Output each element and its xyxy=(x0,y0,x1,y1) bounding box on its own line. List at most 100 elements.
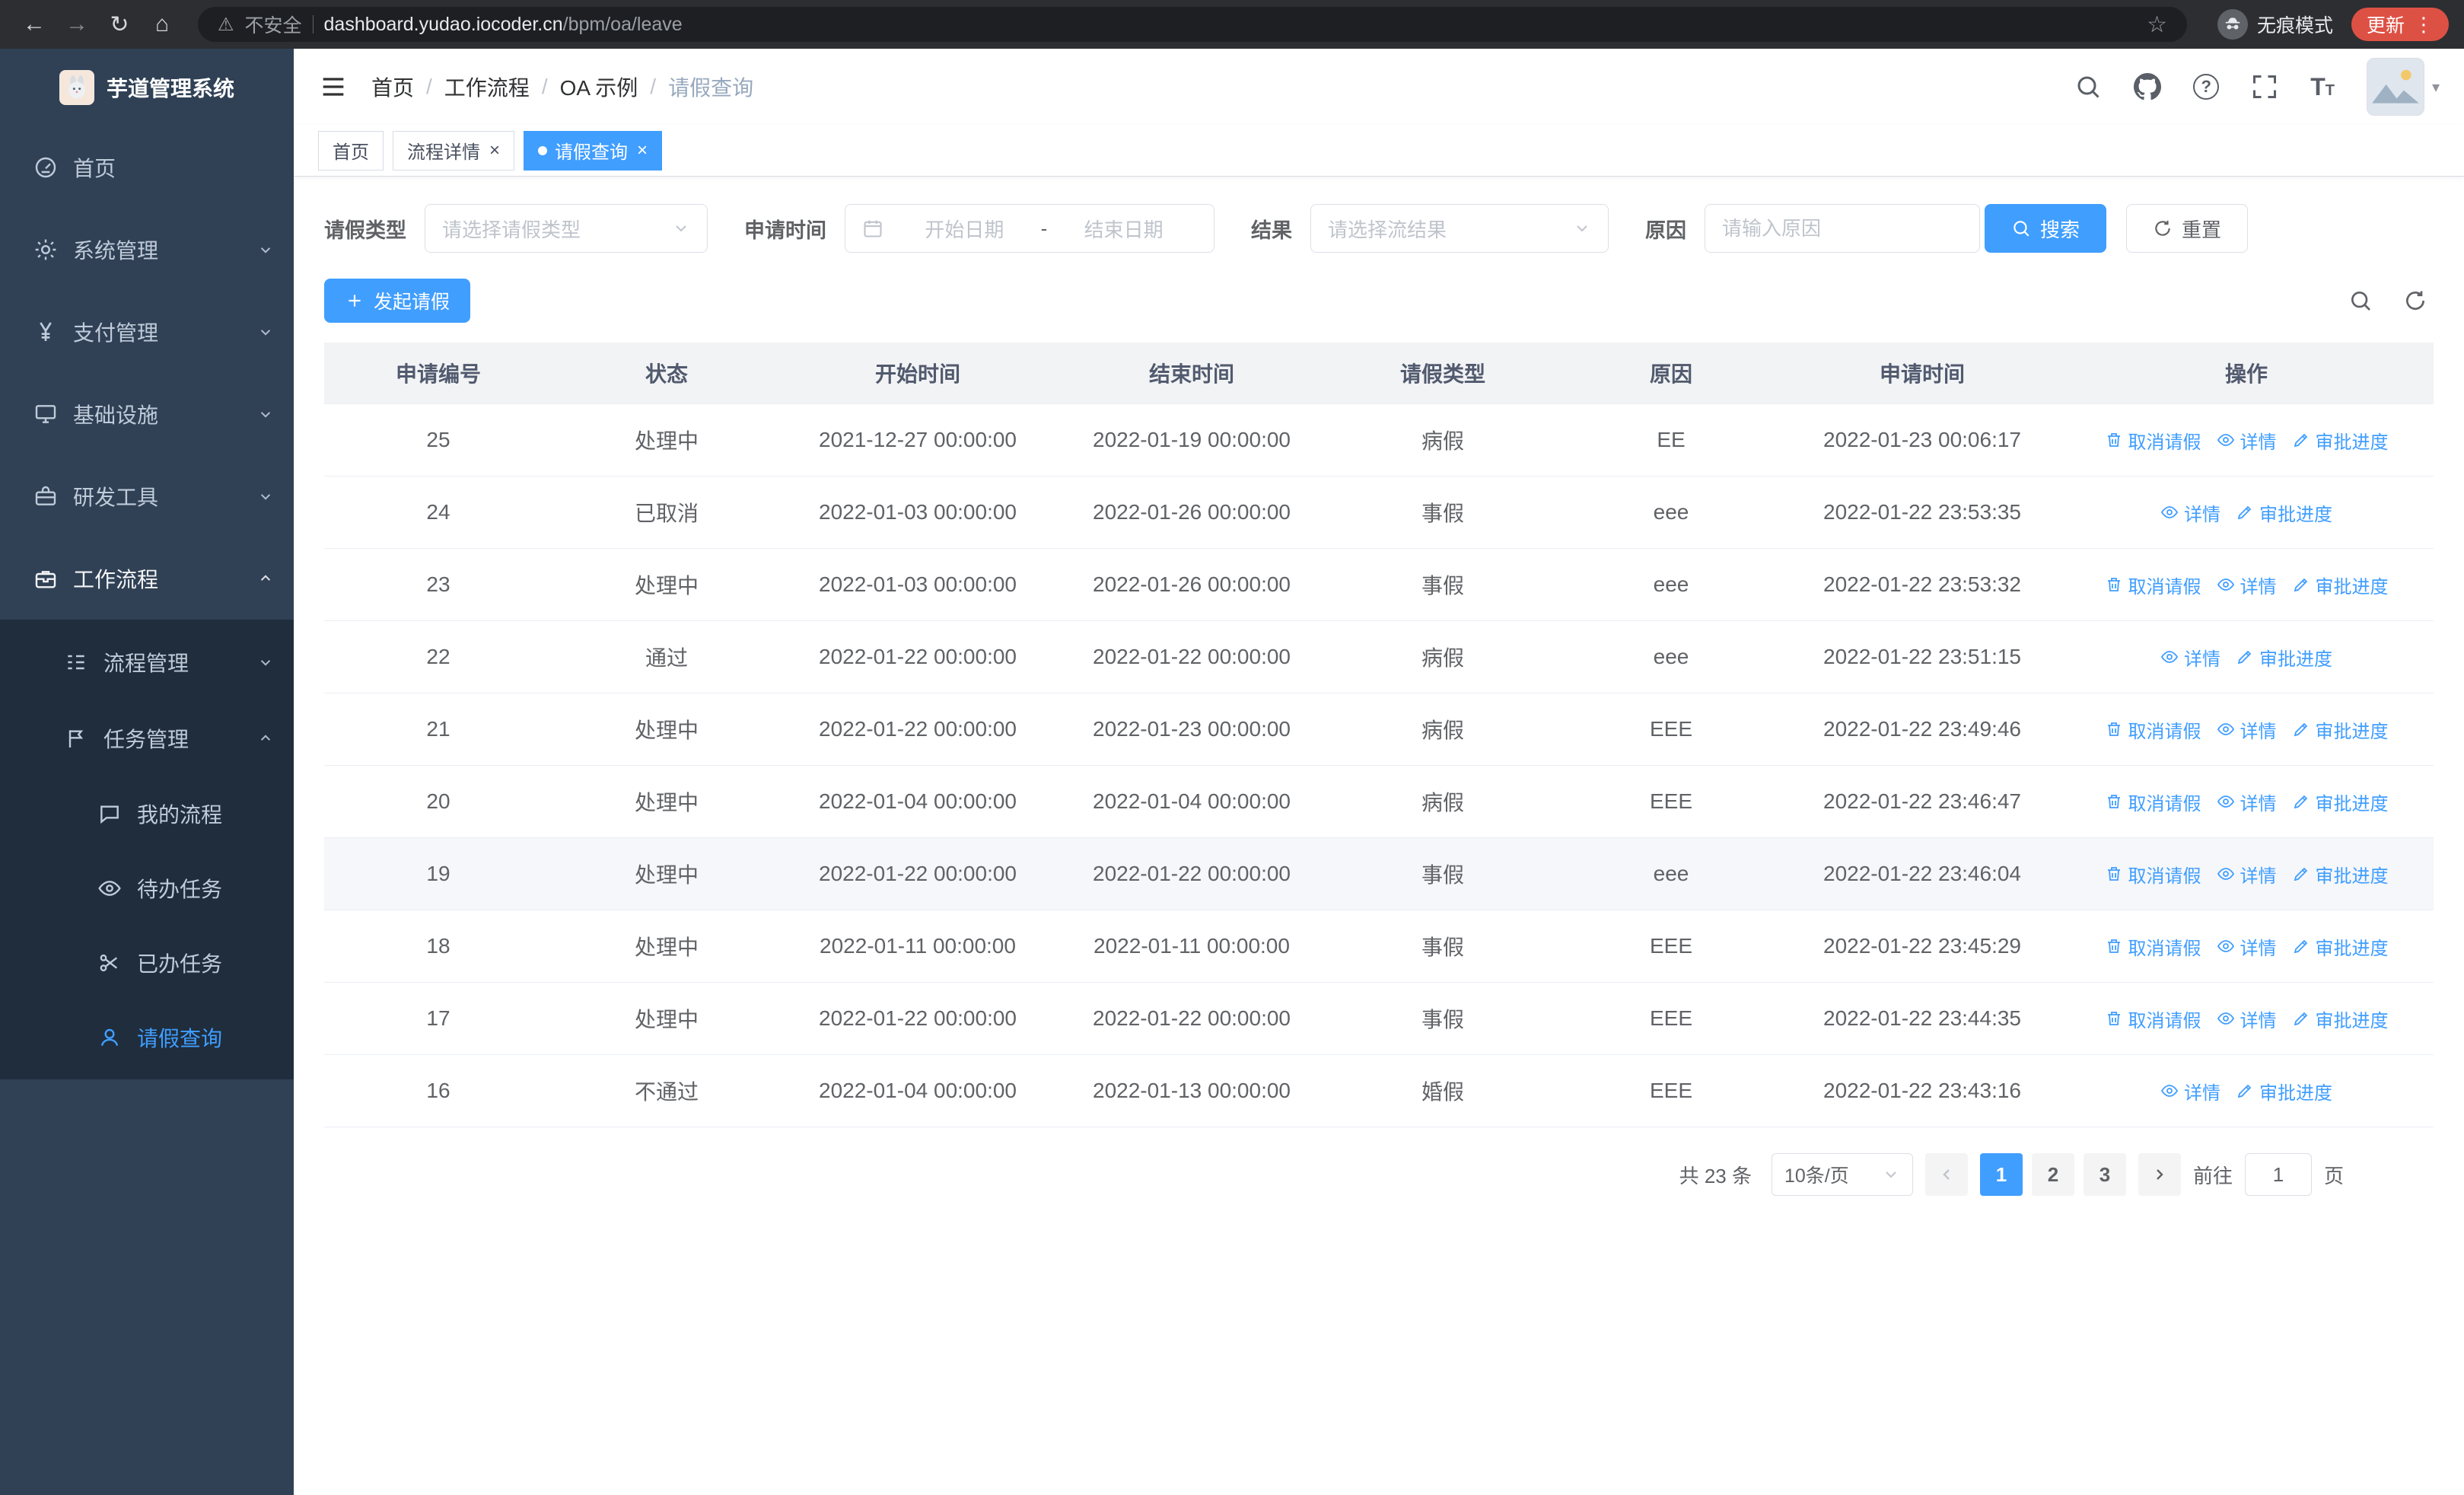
cancel-link[interactable]: 取消请假 xyxy=(2105,427,2201,454)
breadcrumb-oa-example[interactable]: OA 示例 xyxy=(560,72,638,102)
cancel-link[interactable]: 取消请假 xyxy=(2105,1006,2201,1032)
sidebar-item-payment[interactable]: 支付管理 xyxy=(0,291,294,373)
detail-link[interactable]: 详情 xyxy=(2160,499,2220,526)
detail-link[interactable]: 详情 xyxy=(2217,572,2277,598)
page-2-button[interactable]: 2 xyxy=(2031,1153,2074,1196)
detail-link[interactable]: 详情 xyxy=(2217,861,2277,888)
detail-link[interactable]: 详情 xyxy=(2217,427,2277,454)
result-select[interactable]: 请选择流结果 xyxy=(1310,204,1609,253)
browser-reload-icon[interactable]: ↻ xyxy=(100,5,138,43)
table-row[interactable]: 19 处理中 2022-01-22 00:00:00 2022-01-22 00… xyxy=(324,838,2434,910)
leave-type-select[interactable]: 请选择请假类型 xyxy=(425,204,708,253)
table-row[interactable]: 16 不通过 2022-01-04 00:00:00 2022-01-13 00… xyxy=(324,1055,2434,1127)
next-page-button[interactable] xyxy=(2138,1153,2181,1196)
table-row[interactable]: 18 处理中 2022-01-11 00:00:00 2022-01-11 00… xyxy=(324,910,2434,983)
page-3-button[interactable]: 3 xyxy=(2083,1153,2126,1196)
bookmark-star-icon[interactable]: ☆ xyxy=(2147,11,2167,38)
update-button[interactable]: 更新 ⋮ xyxy=(2351,8,2449,41)
sidebar-item-devtools[interactable]: 研发工具 xyxy=(0,455,294,537)
audit-link[interactable]: 审批进度 xyxy=(2236,1078,2332,1105)
cell-end-time: 2022-01-22 00:00:00 xyxy=(1093,645,1291,668)
sidebar-item-task-management[interactable]: 任务管理 xyxy=(0,700,294,776)
browser-menu-icon[interactable]: ⋮ xyxy=(2414,13,2434,37)
sidebar-item-todo-tasks[interactable]: 待办任务 xyxy=(0,851,294,926)
audit-link[interactable]: 审批进度 xyxy=(2236,644,2332,671)
sidebar-toggle-icon[interactable] xyxy=(318,72,349,102)
cancel-link[interactable]: 取消请假 xyxy=(2105,572,2201,598)
goto-page-input[interactable] xyxy=(2244,1153,2312,1196)
page-size-select[interactable]: 10条/页 xyxy=(1771,1153,1913,1196)
close-icon[interactable]: × xyxy=(637,141,648,160)
page-1-button[interactable]: 1 xyxy=(1979,1153,2023,1196)
audit-link[interactable]: 审批进度 xyxy=(2292,933,2389,960)
sidebar-item-infrastructure[interactable]: 基础设施 xyxy=(0,373,294,455)
chevron-down-icon xyxy=(260,330,271,336)
audit-link[interactable]: 审批进度 xyxy=(2292,789,2389,815)
tab-process-detail[interactable]: 流程详情 × xyxy=(393,130,515,171)
address-bar[interactable]: ⚠ 不安全 dashboard.yudao.iocoder.cn/bpm/oa/… xyxy=(198,7,2187,42)
audit-link[interactable]: 审批进度 xyxy=(2292,1006,2389,1032)
security-label[interactable]: 不安全 xyxy=(245,11,302,38)
edit-icon xyxy=(2237,650,2252,665)
audit-link[interactable]: 审批进度 xyxy=(2236,499,2332,526)
cancel-link[interactable]: 取消请假 xyxy=(2105,789,2201,815)
table-row[interactable]: 20 处理中 2022-01-04 00:00:00 2022-01-04 00… xyxy=(324,766,2434,838)
audit-link[interactable]: 审批进度 xyxy=(2292,861,2389,888)
close-icon[interactable]: × xyxy=(489,141,500,160)
browser-forward-icon[interactable]: → xyxy=(58,5,96,43)
sidebar-item-done-tasks[interactable]: 已办任务 xyxy=(0,926,294,1000)
table-row[interactable]: 22 通过 2022-01-22 00:00:00 2022-01-22 00:… xyxy=(324,621,2434,693)
cell-start-time: 2022-01-22 00:00:00 xyxy=(819,717,1017,741)
sidebar-item-my-process[interactable]: 我的流程 xyxy=(0,776,294,851)
edit-icon xyxy=(2294,939,2307,954)
toggle-search-icon[interactable] xyxy=(2348,288,2373,313)
search-icon[interactable] xyxy=(2074,73,2102,100)
reason-input[interactable] xyxy=(1705,204,1980,253)
sidebar-item-process-management[interactable]: 流程管理 xyxy=(0,624,294,700)
search-button[interactable]: 搜索 xyxy=(1985,204,2107,253)
refresh-icon[interactable] xyxy=(2403,288,2427,313)
cell-actions: 取消请假 详情 审批进度 xyxy=(2059,766,2434,837)
sidebar-item-leave-query[interactable]: 请假查询 xyxy=(0,1000,294,1075)
reset-button[interactable]: 重置 xyxy=(2126,204,2249,253)
table-row[interactable]: 21 处理中 2022-01-22 00:00:00 2022-01-23 00… xyxy=(324,693,2434,766)
breadcrumb-workflow[interactable]: 工作流程 xyxy=(444,72,530,102)
detail-link[interactable]: 详情 xyxy=(2160,644,2220,671)
detail-link[interactable]: 详情 xyxy=(2217,1006,2277,1032)
apply-time-range-picker[interactable]: 开始日期 - 结束日期 xyxy=(845,204,1214,253)
sidebar-item-system[interactable]: 系统管理 xyxy=(0,209,294,291)
prev-page-button[interactable] xyxy=(1924,1153,1968,1196)
detail-link[interactable]: 详情 xyxy=(2217,933,2277,960)
user-menu[interactable]: ▾ xyxy=(2366,58,2440,116)
cancel-link[interactable]: 取消请假 xyxy=(2105,933,2201,960)
app-logo[interactable]: 芋道管理系统 xyxy=(0,49,294,126)
view-icon xyxy=(2217,940,2234,952)
fullscreen-icon[interactable] xyxy=(2251,73,2278,100)
user-icon xyxy=(100,1028,119,1046)
help-icon[interactable]: ? xyxy=(2193,74,2220,100)
table-row[interactable]: 24 已取消 2022-01-03 00:00:00 2022-01-26 00… xyxy=(324,477,2434,549)
briefcase-icon xyxy=(35,571,56,588)
breadcrumb-home[interactable]: 首页 xyxy=(371,72,414,102)
audit-link[interactable]: 审批进度 xyxy=(2292,716,2389,743)
total-count: 共 23 条 xyxy=(1679,1164,1752,1187)
audit-link[interactable]: 审批进度 xyxy=(2292,572,2389,598)
browser-home-icon[interactable]: ⌂ xyxy=(143,5,181,43)
detail-link[interactable]: 详情 xyxy=(2217,789,2277,815)
detail-link[interactable]: 详情 xyxy=(2160,1078,2220,1105)
create-leave-button[interactable]: 发起请假 xyxy=(324,279,471,323)
table-row[interactable]: 25 处理中 2021-12-27 00:00:00 2022-01-19 00… xyxy=(324,404,2434,477)
audit-link[interactable]: 审批进度 xyxy=(2292,427,2389,454)
browser-back-icon[interactable]: ← xyxy=(15,5,53,43)
sidebar-item-home[interactable]: 首页 xyxy=(0,126,294,209)
cancel-link[interactable]: 取消请假 xyxy=(2105,716,2201,743)
cancel-link[interactable]: 取消请假 xyxy=(2105,861,2201,888)
table-row[interactable]: 17 处理中 2022-01-22 00:00:00 2022-01-22 00… xyxy=(324,983,2434,1055)
sidebar-item-workflow[interactable]: 工作流程 xyxy=(0,537,294,620)
github-icon[interactable] xyxy=(2134,73,2162,100)
font-size-icon[interactable]: TT xyxy=(2310,73,2335,101)
tab-home[interactable]: 首页 xyxy=(318,130,384,171)
detail-link[interactable]: 详情 xyxy=(2217,716,2277,743)
table-row[interactable]: 23 处理中 2022-01-03 00:00:00 2022-01-26 00… xyxy=(324,549,2434,621)
tab-leave-query[interactable]: 请假查询 × xyxy=(524,130,663,171)
